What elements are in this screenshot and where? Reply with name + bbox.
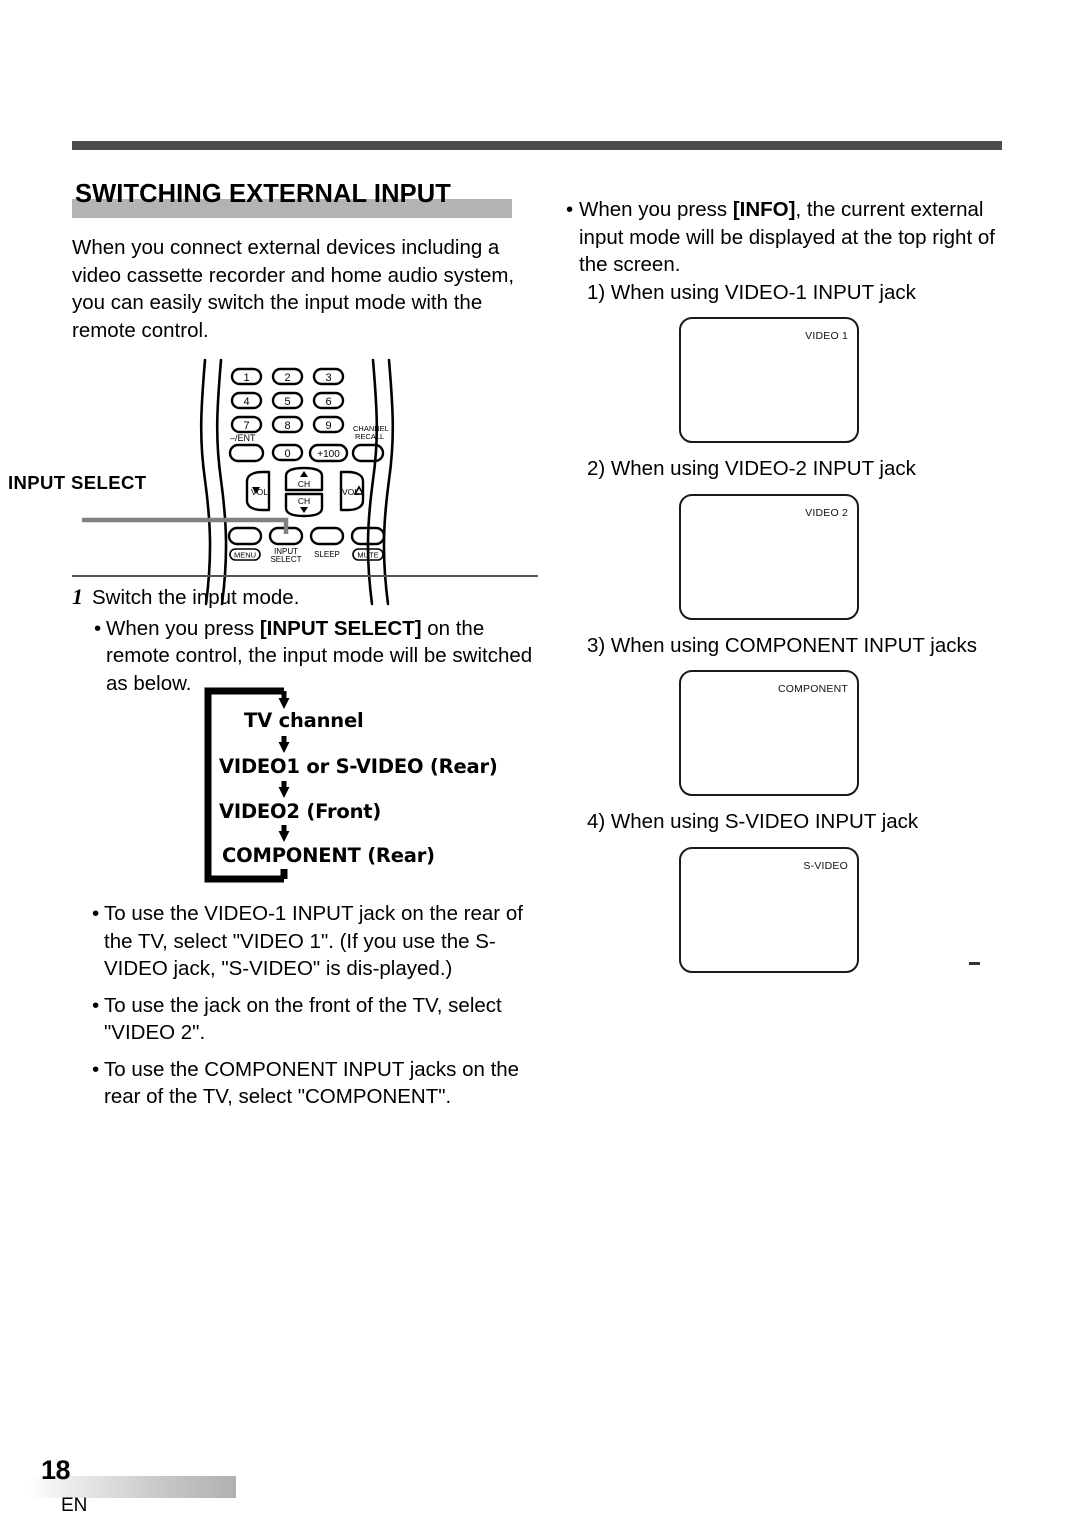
page-number: 18 xyxy=(41,1455,71,1485)
svg-text:CH: CH xyxy=(298,496,310,506)
svg-text:2: 2 xyxy=(284,372,290,384)
bullet-marker: • xyxy=(92,1057,100,1081)
svg-text:+100: +100 xyxy=(317,449,340,460)
bullet-marker: • xyxy=(92,993,100,1017)
tv-screen-wrap-2: VIDEO 2 xyxy=(566,493,1006,620)
tv-screen-wrap-4: S-VIDEO xyxy=(566,846,1006,973)
tv-screen-component: COMPONENT xyxy=(679,670,859,796)
bullet-marker: • xyxy=(566,198,574,221)
svg-text:–/ENT: –/ENT xyxy=(230,433,256,443)
osd-label-video1: VIDEO 1 xyxy=(805,330,848,342)
section-heading: SWITCHING EXTERNAL INPUT xyxy=(72,180,538,220)
input-select-key: [INPUT SELECT] xyxy=(259,616,422,640)
svg-text:SLEEP: SLEEP xyxy=(314,550,340,559)
osd-label-svideo: S-VIDEO xyxy=(803,859,848,872)
svg-text:9: 9 xyxy=(325,420,331,432)
tv-screen-wrap-1: VIDEO 1 xyxy=(566,317,1006,443)
info-key-bullet: • When you press [INFO], the current ext… xyxy=(566,196,1006,279)
osd-label-component: COMPONENT xyxy=(777,683,848,695)
note-video2: To use the jack on the front of the TV, … xyxy=(104,993,502,1045)
flow-item-component: COMPONENT (Rear) xyxy=(222,844,435,867)
right-column: • When you press [INFO], the current ext… xyxy=(566,196,1006,985)
bullet-marker: • xyxy=(94,616,102,640)
list-item: • To use the VIDEO-1 INPUT jack on the r… xyxy=(72,900,538,983)
svg-text:8: 8 xyxy=(284,420,290,432)
case-caption-1: 1) When using VIDEO-1 INPUT jack xyxy=(587,280,916,304)
svg-text:5: 5 xyxy=(284,396,290,408)
page-title: SWITCHING EXTERNAL INPUT xyxy=(75,180,451,208)
bullet-marker: • xyxy=(92,902,100,925)
manual-page: SWITCHING EXTERNAL INPUT When you connec… xyxy=(0,0,1080,1526)
flow-item-video2: VIDEO2 (Front) xyxy=(219,800,382,823)
svg-text:MENU: MENU xyxy=(234,551,256,560)
case-caption-2: 2) When using VIDEO-2 INPUT jack xyxy=(587,457,916,480)
top-rule xyxy=(72,141,1002,150)
svg-text:4: 4 xyxy=(243,396,249,408)
list-item: • To use the jack on the front of the TV… xyxy=(72,992,538,1047)
page-footer: 18 EN xyxy=(30,1455,270,1525)
left-column: SWITCHING EXTERNAL INPUT When you connec… xyxy=(72,180,538,606)
note-video1: To use the VIDEO-1 INPUT jack on the rea… xyxy=(104,902,523,980)
osd-label-video2: VIDEO 2 xyxy=(805,506,848,519)
tv-screen-wrap-3: COMPONENT xyxy=(566,670,1006,796)
input-cycle-flow-diagram: TV channel VIDEO1 or S-VIDEO (Rear) VIDE… xyxy=(200,683,530,887)
step-1: 1 Switch the input mode. • When you pres… xyxy=(72,584,538,697)
step-number: 1 xyxy=(72,584,83,609)
svg-text:1: 1 xyxy=(243,372,249,384)
step-heading: Switch the input mode. xyxy=(92,586,300,609)
tv-screen-video2: VIDEO 2 xyxy=(679,493,859,620)
info-key-text: When you press [INFO], the current exter… xyxy=(579,196,1006,279)
case-caption-3: 3) When using COMPONENT INPUT jacks xyxy=(587,633,977,657)
svg-text:SELECT: SELECT xyxy=(270,555,301,564)
jack-selection-notes: • To use the VIDEO-1 INPUT jack on the r… xyxy=(72,900,538,1111)
tv-screen-video1: VIDEO 1 xyxy=(679,317,859,443)
stray-dash-mark xyxy=(969,962,980,965)
svg-text:CH: CH xyxy=(298,479,310,489)
flow-item-video1: VIDEO1 or S-VIDEO (Rear) xyxy=(219,755,498,778)
list-item: • To use the COMPONENT INPUT jacks on th… xyxy=(72,1056,538,1111)
svg-text:6: 6 xyxy=(325,396,331,408)
svg-text:3: 3 xyxy=(325,372,331,384)
section-divider xyxy=(72,575,538,577)
input-select-callout-label: INPUT SELECT xyxy=(8,472,147,493)
note-component: To use the COMPONENT INPUT jacks on the … xyxy=(104,1057,520,1109)
info-pre: When you press xyxy=(579,198,733,221)
case-caption-4: 4) When using S-VIDEO INPUT jack xyxy=(587,810,919,833)
svg-text:7: 7 xyxy=(243,420,249,432)
svg-text:VOL: VOL xyxy=(251,487,268,497)
svg-text:RECALL: RECALL xyxy=(355,432,384,441)
svg-text:0: 0 xyxy=(284,448,290,460)
bullet-pre: When you press xyxy=(106,616,260,640)
info-key: [INFO] xyxy=(732,198,796,221)
flow-item-tv-channel: TV channel xyxy=(244,709,364,732)
tv-screen-svideo: S-VIDEO xyxy=(679,846,859,973)
svg-text:MUTE: MUTE xyxy=(357,551,378,560)
language-code: EN xyxy=(61,1495,88,1516)
intro-paragraph: When you connect external devices includ… xyxy=(72,236,515,342)
